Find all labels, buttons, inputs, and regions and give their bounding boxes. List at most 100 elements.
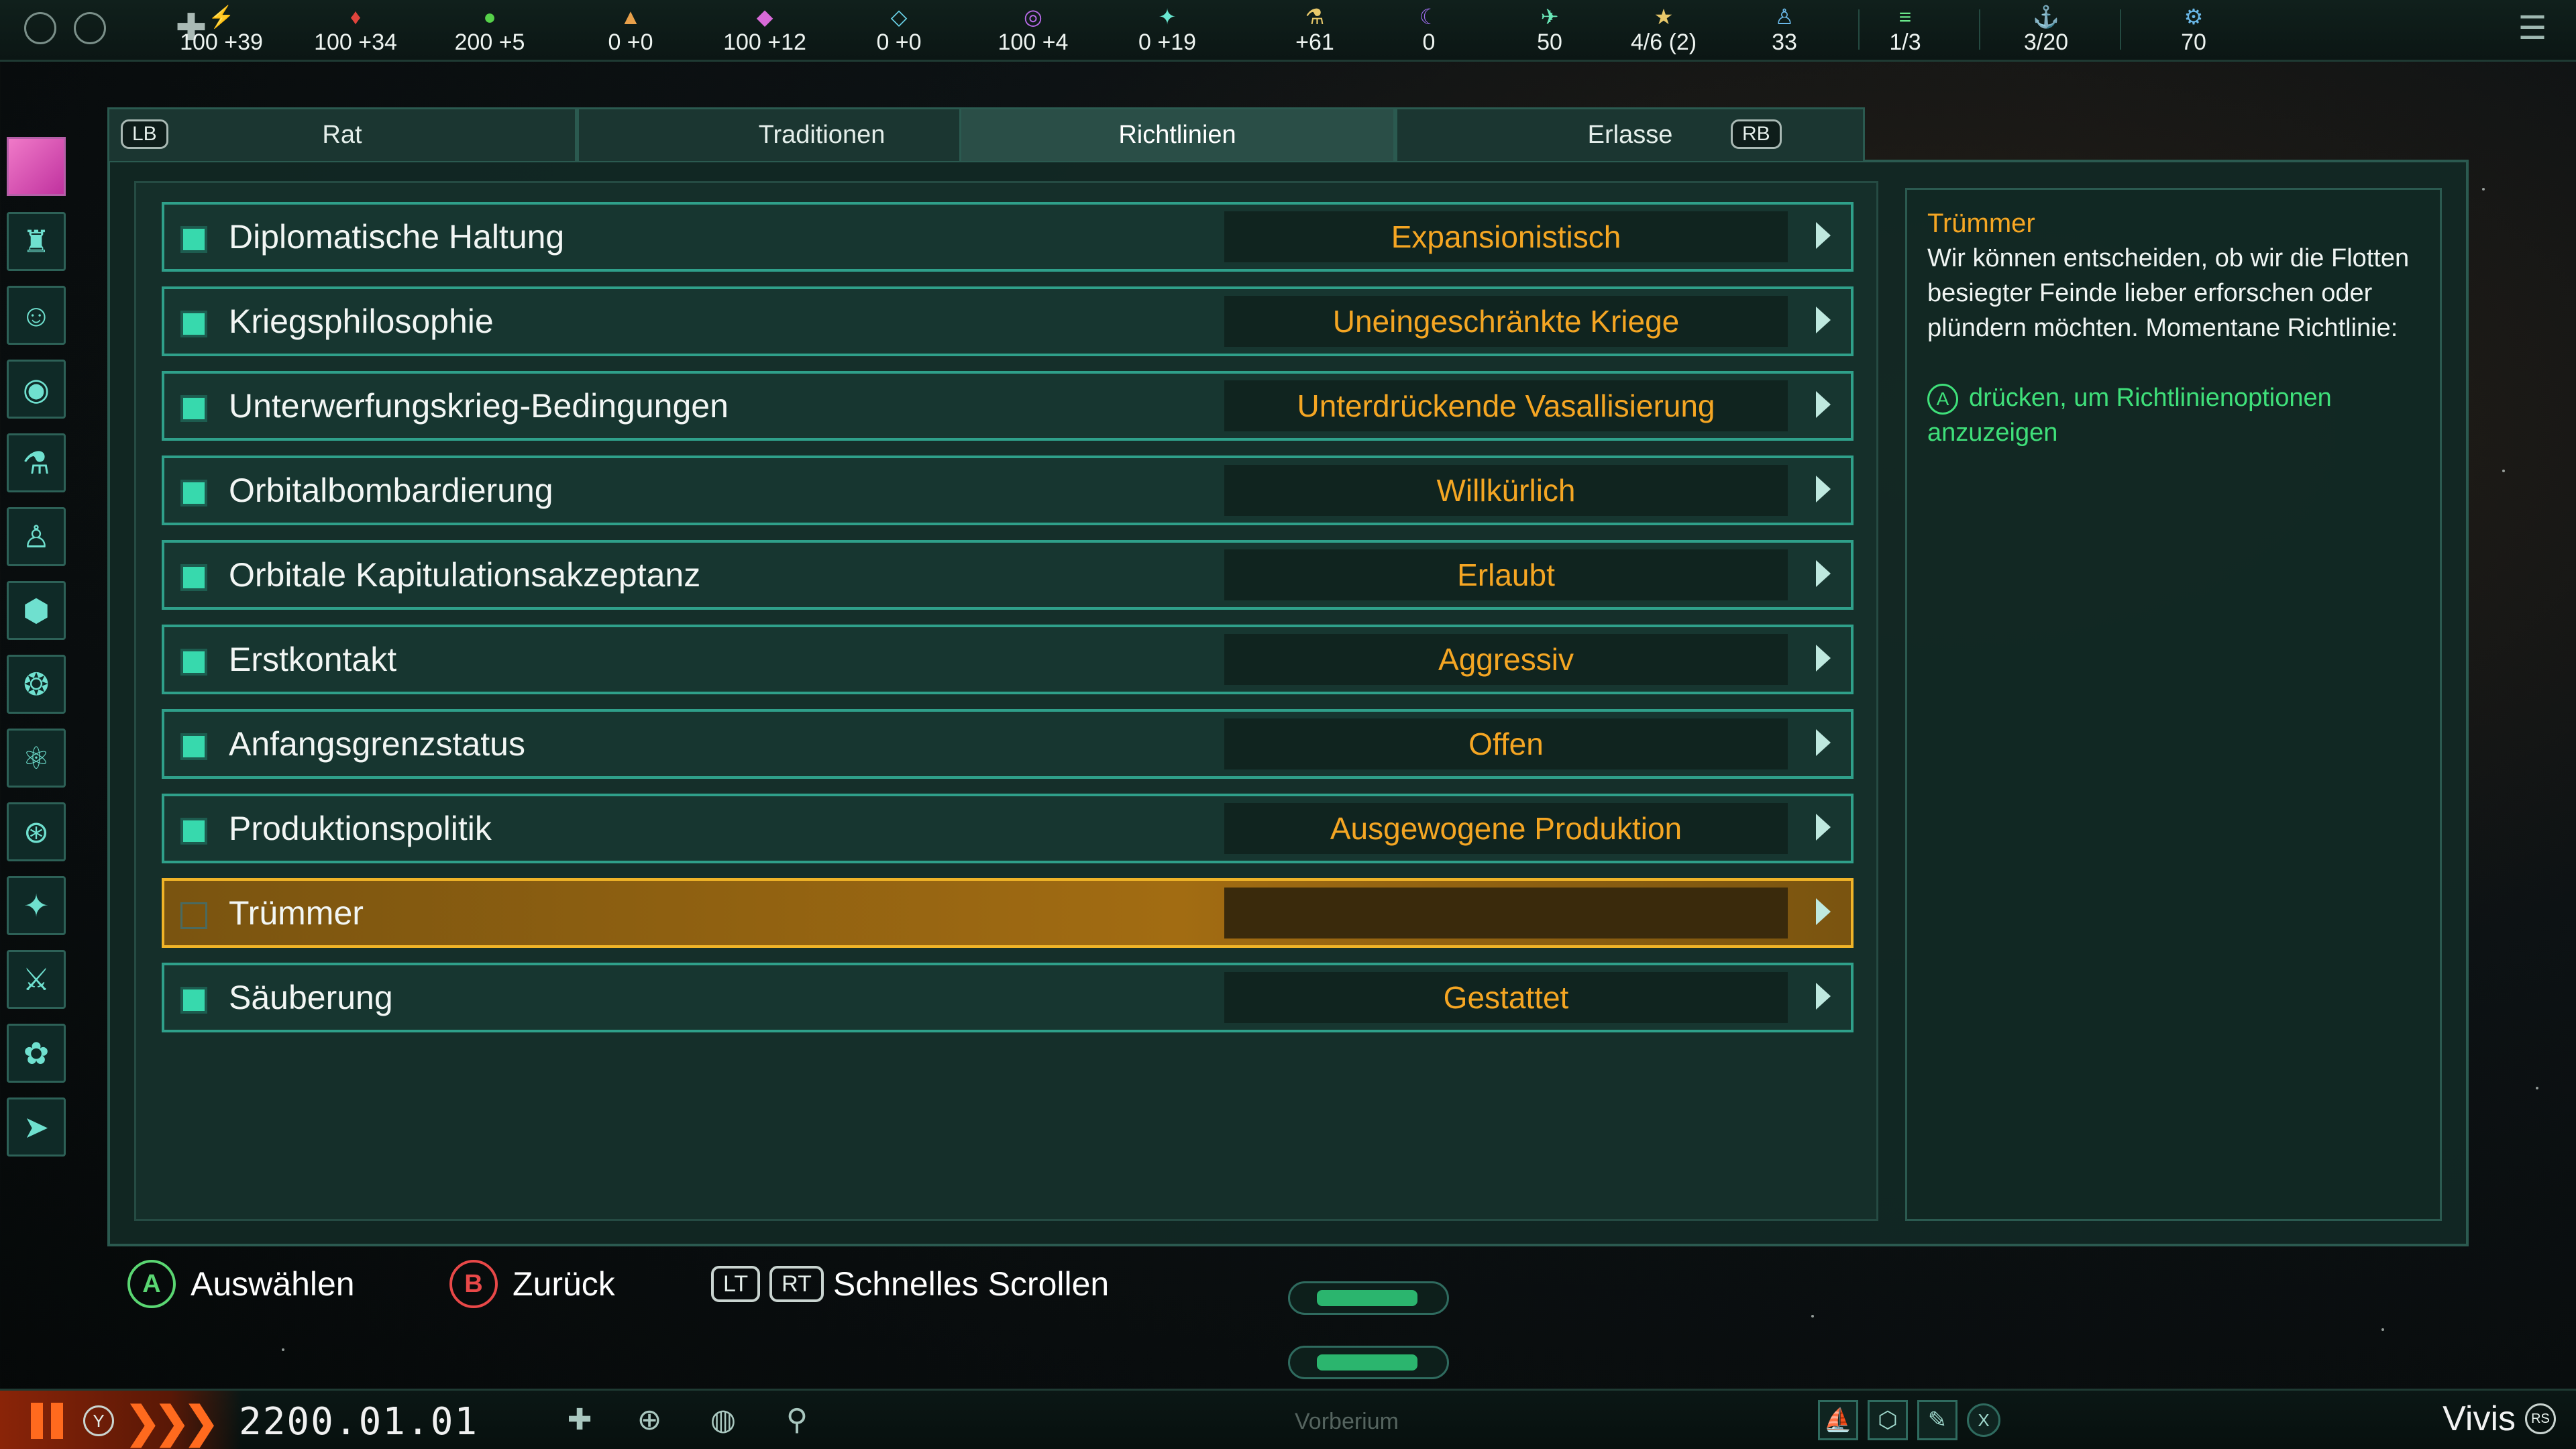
chevron-right-icon[interactable]	[1816, 645, 1831, 672]
chevron-right-icon[interactable]	[1816, 983, 1831, 1010]
select-label: Auswählen	[191, 1265, 355, 1303]
policy-value[interactable]: Unterdrückende Vasallisierung	[1224, 380, 1788, 431]
chevron-right-icon[interactable]	[1816, 814, 1831, 841]
policy-value[interactable]: Expansionistisch	[1224, 211, 1788, 262]
policy-row[interactable]: Produktionspolitik Ausgewogene Produktion	[162, 794, 1854, 863]
wars-icon[interactable]: ⚔	[7, 950, 66, 1009]
policy-row[interactable]: Diplomatische Haltung Expansionistisch	[162, 202, 1854, 272]
current-location: Vivis	[2443, 1399, 2516, 1438]
policy-checkbox	[180, 311, 207, 337]
resource-consumer-goods[interactable]: ▲ 0 +0	[567, 4, 694, 56]
policy-row[interactable]: Erstkontakt Aggressiv	[162, 625, 1854, 694]
policy-row[interactable]: Kriegsphilosophie Uneingeschränkte Kriege	[162, 286, 1854, 356]
policy-row[interactable]: Orbitalbombardierung Willkürlich	[162, 455, 1854, 525]
factions-icon[interactable]: ❂	[7, 655, 66, 714]
policy-value[interactable]: Willkürlich	[1224, 465, 1788, 516]
resource-research[interactable]: ⚗ +61	[1251, 4, 1379, 56]
zoom-icon[interactable]: ⚲	[778, 1403, 816, 1440]
fleet-manager-icon[interactable]: ➤	[7, 1097, 66, 1157]
federation-icon[interactable]: ⚛	[7, 729, 66, 788]
empire-flag-icon[interactable]	[24, 12, 56, 44]
policy-label: Diplomatische Haltung	[229, 218, 565, 256]
traditions-icon[interactable]: ✦	[7, 876, 66, 935]
resource-leaders[interactable]: ★ 4/6 (2)	[1600, 4, 1727, 56]
resource-alloys[interactable]: ◆ 100 +12	[701, 4, 828, 56]
back-label: Zurück	[513, 1265, 615, 1303]
chevron-right-icon[interactable]	[1816, 391, 1831, 418]
resource-food[interactable]: ● 200 +5	[426, 4, 553, 56]
admin-icon: ⚙	[2184, 5, 2204, 29]
resource-unity[interactable]: ✦ 0 +19	[1104, 4, 1231, 56]
resource-minerals[interactable]: ♦ 100 +34	[292, 4, 419, 56]
fast-scroll-hint[interactable]: LT RT Schnelles Scrollen	[711, 1257, 1109, 1311]
policy-value[interactable]: Uneingeschränkte Kriege	[1224, 296, 1788, 347]
chevron-right-icon[interactable]	[1816, 222, 1831, 249]
policy-value[interactable]	[1224, 888, 1788, 938]
tab-rat[interactable]: Rat	[107, 107, 577, 161]
policy-label: Erstkontakt	[229, 641, 397, 678]
galaxy-icon[interactable]: ⊛	[7, 802, 66, 861]
policy-value[interactable]: Offen	[1224, 718, 1788, 769]
policy-label: Säuberung	[229, 979, 393, 1016]
ship-mode-icon[interactable]: ⛵	[1818, 1400, 1858, 1440]
policy-checkbox	[180, 480, 207, 506]
chevron-right-icon[interactable]	[1816, 729, 1831, 756]
settings-gear-icon[interactable]	[74, 12, 106, 44]
map-search-icon[interactable]: ⊕	[631, 1403, 668, 1440]
ship-designer-icon[interactable]: ⬢	[7, 581, 66, 640]
policy-value[interactable]: Aggressiv	[1224, 634, 1788, 685]
policy-row[interactable]: Unterwerfungskrieg-Bedingungen Unterdrück…	[162, 371, 1854, 441]
game-speed-indicator[interactable]: ❯❯❯	[125, 1397, 219, 1448]
policy-value[interactable]: Erlaubt	[1224, 549, 1788, 600]
policy-value[interactable]: Gestattet	[1224, 972, 1788, 1023]
policy-label: Produktionspolitik	[229, 810, 492, 847]
ruler-avatar[interactable]	[7, 137, 66, 196]
tab-erlasse[interactable]: Erlasse	[1395, 107, 1865, 161]
resource-strategic[interactable]: ◇ 0 +0	[835, 4, 963, 56]
policy-label: Orbitale Kapitulationsakzeptanz	[229, 556, 701, 594]
rb-button[interactable]: RB	[1731, 119, 1782, 149]
select-hint[interactable]: A Auswählen	[127, 1257, 355, 1311]
policy-row[interactable]: Säuberung Gestattet	[162, 963, 1854, 1032]
energy-icon: ⚡	[208, 5, 235, 29]
chevron-right-icon[interactable]	[1816, 898, 1831, 925]
policy-info-panel: Trümmer Wir können entscheiden, ob wir d…	[1905, 188, 2442, 1221]
resource-value: 200 +5	[454, 30, 525, 55]
chevron-right-icon[interactable]	[1816, 307, 1831, 333]
back-hint[interactable]: B Zurück	[449, 1257, 615, 1311]
lb-button[interactable]: LB	[121, 119, 168, 149]
resource-value: +61	[1295, 30, 1334, 55]
route-mode-icon[interactable]: ✎	[1917, 1400, 1957, 1440]
resource-naval[interactable]: ✈ 50	[1486, 4, 1613, 56]
policy-label: Trümmer	[229, 894, 364, 932]
policy-row[interactable]: Orbitale Kapitulationsakzeptanz Erlaubt	[162, 540, 1854, 610]
chevron-right-icon[interactable]	[1816, 476, 1831, 502]
policy-row[interactable]: Trümmer	[162, 878, 1854, 948]
situations-icon[interactable]: ✿	[7, 1024, 66, 1083]
policy-row[interactable]: Anfangsgrenzstatus Offen	[162, 709, 1854, 779]
tab-label: Richtlinien	[1118, 121, 1236, 149]
fleet-status-bar[interactable]	[1288, 1281, 1449, 1315]
contacts-icon[interactable]: ☺	[7, 286, 66, 345]
resource-admin[interactable]: ⚙ 70	[2130, 4, 2257, 56]
globe-icon[interactable]: ◍	[704, 1403, 742, 1440]
resource-influence[interactable]: ◎ 100 +4	[969, 4, 1097, 56]
hex-mode-icon[interactable]: ⬡	[1868, 1400, 1908, 1440]
technology-icon[interactable]: ⚗	[7, 433, 66, 492]
outliner-sidebar: ♜ ☺ ◉ ⚗ ♙ ⬢ ❂ ⚛ ⊛ ✦ ⚔ ✿ ➤	[7, 212, 70, 1171]
resource-fleets[interactable]: ⚓ 3/20	[1982, 4, 2110, 56]
main-menu-icon[interactable]: ☰	[2509, 9, 2556, 50]
government-icon[interactable]: ♜	[7, 212, 66, 271]
resource-starbases[interactable]: ≡ 1/3	[1841, 4, 1969, 56]
planets-icon[interactable]: ◉	[7, 360, 66, 419]
resource-amenities[interactable]: ☾ 0	[1365, 4, 1493, 56]
policy-value[interactable]: Ausgewogene Produktion	[1224, 803, 1788, 854]
fleet-status-bar[interactable]	[1288, 1346, 1449, 1379]
pause-icon[interactable]	[31, 1403, 71, 1439]
resource-energy[interactable]: ⚡ 100 +39	[158, 4, 285, 56]
chevron-right-icon[interactable]	[1816, 560, 1831, 587]
resource-pops[interactable]: ♙ 33	[1721, 4, 1848, 56]
tab-richtlinien[interactable]: Richtlinien	[959, 107, 1395, 161]
species-icon[interactable]: ♙	[7, 507, 66, 566]
info-hint-text: drücken, um Richtlinienoptionen anzuzeig…	[1927, 384, 2332, 447]
